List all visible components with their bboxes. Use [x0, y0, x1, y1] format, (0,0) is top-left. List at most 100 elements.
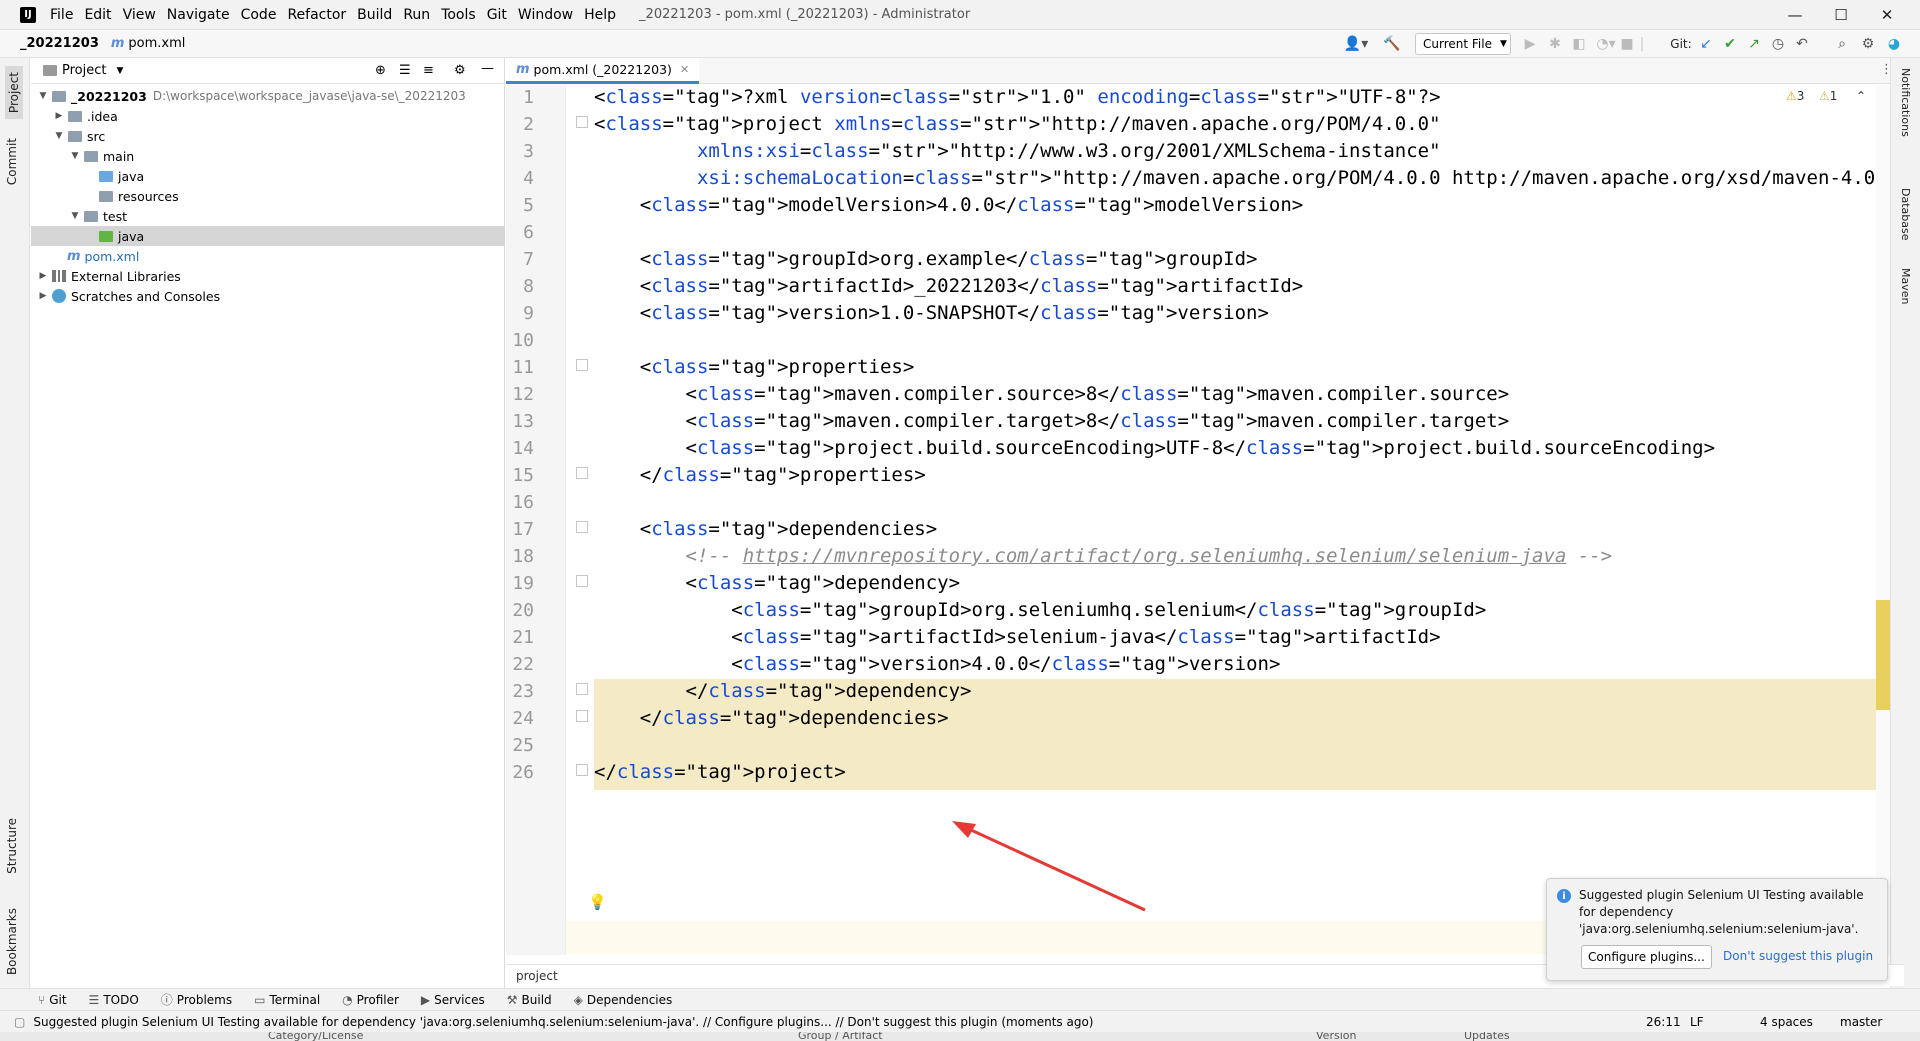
status-toggle-icon[interactable]: ▢ — [14, 1015, 25, 1029]
tree-item-test[interactable]: ▼ test — [31, 206, 505, 226]
chevron-right-icon[interactable]: ▶ — [37, 271, 49, 281]
collapse-all-icon[interactable]: ≡ — [423, 63, 434, 78]
status-message[interactable]: Suggested plugin Selenium UI Testing ava… — [33, 1015, 1093, 1029]
coverage-icon[interactable]: ◧ — [1570, 34, 1588, 54]
chevron-down-icon[interactable]: ▼ — [69, 211, 81, 221]
line-number[interactable]: 19 — [506, 573, 534, 594]
nav-project-crumb[interactable]: _20221203 — [20, 36, 99, 51]
line-number[interactable]: 5 — [506, 195, 534, 216]
menu-file[interactable]: File — [50, 7, 73, 23]
line-number[interactable]: 2 — [506, 114, 534, 135]
chevron-right-icon[interactable]: ▶ — [53, 111, 65, 121]
maximize-button[interactable]: ☐ — [1828, 4, 1854, 26]
debug-icon[interactable]: ✱ — [1546, 34, 1564, 54]
fold-marker-icon[interactable] — [576, 359, 588, 371]
indent-setting[interactable]: 4 spaces — [1760, 1015, 1813, 1029]
database-tool-tab[interactable]: Database — [1899, 188, 1912, 241]
search-icon[interactable]: ⌕ — [1834, 34, 1850, 54]
tab-pom-xml[interactable]: m pom.xml (_20221203) ✕ — [506, 58, 700, 84]
structure-tool-tab[interactable]: Structure — [5, 818, 19, 874]
line-number[interactable]: 23 — [506, 681, 534, 702]
tool-build[interactable]: ⚒ Build — [507, 993, 552, 1007]
menu-navigate[interactable]: Navigate — [167, 7, 230, 23]
project-tool-tab[interactable]: Project — [5, 66, 23, 120]
profile-icon[interactable]: ◔▾ — [1594, 34, 1618, 54]
line-number[interactable]: 18 — [506, 546, 534, 567]
fold-marker-icon[interactable] — [576, 764, 588, 776]
close-window-button[interactable]: ✕ — [1874, 4, 1900, 26]
menu-code[interactable]: Code — [241, 7, 277, 23]
intention-bulb-icon[interactable]: 💡 — [588, 893, 607, 911]
tool-services[interactable]: ▶ Services — [421, 993, 485, 1007]
code-line[interactable]: </class="tag">project> — [594, 756, 846, 789]
line-number[interactable]: 17 — [506, 519, 534, 540]
hide-panel-icon[interactable]: — — [481, 61, 494, 76]
build-hammer-icon[interactable]: 🔨 — [1382, 34, 1402, 54]
editor-scrollbar[interactable] — [1876, 85, 1890, 955]
configure-plugins-button[interactable]: Configure plugins... — [1581, 945, 1712, 969]
tree-item-idea[interactable]: ▶ .idea — [31, 106, 505, 126]
menu-build[interactable]: Build — [357, 7, 392, 23]
caret-position[interactable]: 26:11 — [1646, 1015, 1681, 1029]
line-number[interactable]: 7 — [506, 249, 534, 270]
tree-item-pom[interactable]: m pom.xml — [31, 246, 505, 266]
line-number[interactable]: 1 — [506, 87, 534, 108]
fold-marker-icon[interactable] — [576, 467, 588, 479]
line-number[interactable]: 9 — [506, 303, 534, 324]
fold-marker-icon[interactable] — [576, 710, 588, 722]
maven-tool-tab[interactable]: Maven — [1899, 268, 1912, 304]
tree-item-src[interactable]: ▼ src — [31, 126, 505, 146]
line-number[interactable]: 20 — [506, 600, 534, 621]
chevron-down-icon[interactable]: ▼ — [69, 151, 81, 161]
git-push-icon[interactable]: ↗ — [1746, 34, 1762, 54]
git-commit-icon[interactable]: ✔ — [1722, 34, 1738, 54]
line-number[interactable]: 13 — [506, 411, 534, 432]
fold-marker-icon[interactable] — [576, 575, 588, 587]
bookmarks-tool-tab[interactable]: Bookmarks — [5, 908, 19, 975]
nav-file-crumb[interactable]: m pom.xml — [111, 36, 186, 51]
breadcrumb-item[interactable]: project — [516, 969, 558, 983]
tree-item-scratches[interactable]: ▶ Scratches and Consoles — [31, 286, 505, 306]
menu-run[interactable]: Run — [403, 7, 430, 23]
line-number[interactable]: 10 — [506, 330, 534, 351]
tree-item-main[interactable]: ▼ main — [31, 146, 505, 166]
git-branch[interactable]: master — [1840, 1015, 1882, 1029]
line-number[interactable]: 16 — [506, 492, 534, 513]
code-editor[interactable]: 1 2 3 4 5 6 7 8 9 10 11 12 13 14 15 16 17 18 19 20 21 22 23 24 2… — [506, 85, 1904, 955]
menu-refactor[interactable]: Refactor — [287, 7, 346, 23]
menu-help[interactable]: Help — [584, 7, 616, 23]
line-number[interactable]: 22 — [506, 654, 534, 675]
menu-view[interactable]: View — [123, 7, 156, 23]
menu-window[interactable]: Window — [518, 7, 573, 23]
notifications-tool-tab[interactable]: Notifications — [1899, 68, 1912, 137]
fold-marker-icon[interactable] — [576, 116, 588, 128]
line-number[interactable]: 21 — [506, 627, 534, 648]
line-number[interactable]: 3 — [506, 141, 534, 162]
project-panel-title[interactable]: Project — [62, 63, 106, 78]
tree-item-project-root[interactable]: ▼ _20221203 D:\workspace\workspace_javas… — [31, 86, 505, 106]
line-number[interactable]: 26 — [506, 762, 534, 783]
tool-git[interactable]: ⑂ Git — [38, 993, 67, 1007]
line-separator[interactable]: LF — [1690, 1015, 1704, 1029]
line-number[interactable]: 12 — [506, 384, 534, 405]
line-number[interactable]: 24 — [506, 708, 534, 729]
code-line[interactable]: </class="tag">dependencies> — [594, 702, 949, 735]
tool-problems[interactable]: ⓘ Problems — [161, 991, 232, 1008]
dont-suggest-link[interactable]: Don't suggest this plugin — [1723, 949, 1873, 963]
tree-item-main-java[interactable]: java — [31, 166, 505, 186]
line-number[interactable]: 6 — [506, 222, 534, 243]
tool-dependencies[interactable]: ◈ Dependencies — [574, 993, 673, 1007]
line-number[interactable]: 8 — [506, 276, 534, 297]
weak-warnings-badge[interactable]: ⚠1 — [1819, 89, 1837, 103]
chevron-up-icon[interactable]: ⌃ — [1856, 89, 1866, 103]
tool-todo[interactable]: ☰ TODO — [89, 993, 139, 1007]
code-line[interactable]: <class="tag">modelVersion>4.0.0</class="… — [594, 189, 1304, 222]
line-number[interactable]: 25 — [506, 735, 534, 756]
line-number[interactable]: 14 — [506, 438, 534, 459]
line-number[interactable]: 11 — [506, 357, 534, 378]
expand-all-icon[interactable]: ☰ — [399, 63, 411, 78]
warnings-badge[interactable]: ⚠3 — [1786, 89, 1804, 103]
close-icon[interactable]: ✕ — [680, 63, 689, 76]
tree-item-external-libraries[interactable]: ▶ External Libraries — [31, 266, 505, 286]
chevron-down-icon[interactable]: ▼ — [53, 131, 65, 141]
